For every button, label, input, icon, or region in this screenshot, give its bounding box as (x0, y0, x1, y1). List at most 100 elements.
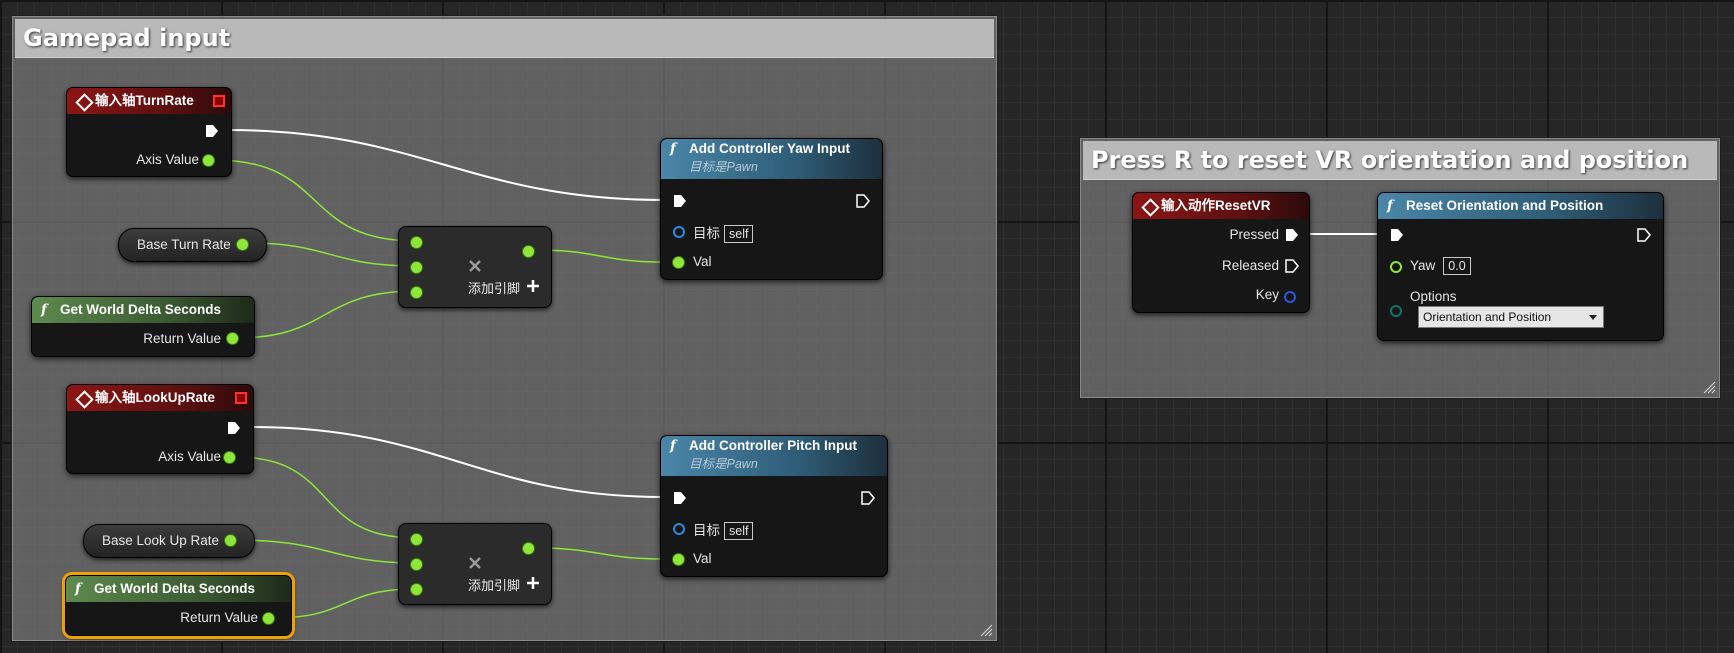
exec-pin-icon (228, 422, 240, 434)
node-header: f Get World Delta Seconds (32, 297, 254, 323)
function-f-icon: f (670, 141, 676, 157)
get-world-delta-seconds-node[interactable]: f Get World Delta Seconds Return Value (31, 296, 255, 357)
base-turn-rate-node[interactable]: Base Turn Rate (118, 228, 267, 262)
input-pin-c[interactable] (411, 584, 422, 595)
yaw-row: Yaw 0.0 (1410, 257, 1471, 275)
val-pin[interactable] (673, 257, 684, 268)
node-header: f Add Controller Pitch Input 目标是Pawn (661, 436, 887, 476)
node-subtitle: 目标是Pawn (689, 160, 758, 174)
base-turn-rate-pin[interactable] (237, 239, 248, 250)
target-pin[interactable] (673, 226, 685, 238)
yaw-pin[interactable] (1390, 261, 1402, 273)
comment-title[interactable]: Press R to reset VR orientation and posi… (1083, 141, 1717, 180)
target-label: 目标 (693, 523, 720, 538)
base-look-up-rate-node[interactable]: Base Look Up Rate (83, 524, 255, 558)
add-controller-pitch-input-node[interactable]: f Add Controller Pitch Input 目标是Pawn 目标 s… (660, 435, 888, 577)
comment-title[interactable]: Gamepad input (15, 19, 994, 58)
input-axis-lookuprate-node[interactable]: 输入轴LookUpRate Axis Value (66, 384, 254, 474)
input-pin-c[interactable] (411, 287, 422, 298)
resize-grip-icon[interactable] (1702, 380, 1716, 394)
target-row: 目标 self (693, 222, 754, 243)
key-label: Key (1255, 287, 1279, 302)
exec-pin-icon (1637, 228, 1651, 242)
exec-pin-icon (674, 195, 686, 207)
node-header: f Get World Delta Seconds (66, 576, 291, 602)
node-subtitle: 目标是Pawn (689, 457, 758, 471)
event-diamond-icon (75, 93, 94, 112)
node-title: 输入轴TurnRate (95, 93, 194, 108)
target-value[interactable]: self (724, 225, 754, 243)
axis-value-label: Axis Value (158, 449, 221, 464)
output-pin[interactable] (523, 543, 534, 554)
target-value[interactable]: self (724, 522, 754, 540)
output-pin[interactable] (523, 246, 534, 257)
exec-pin-icon (856, 194, 870, 208)
exec-pin-icon (1286, 229, 1298, 241)
multiply-node[interactable]: 添加引脚 (398, 523, 552, 605)
options-dropdown[interactable]: Orientation and Position (1418, 306, 1604, 328)
return-value-label: Return Value (180, 610, 258, 625)
multiply-x-icon (469, 260, 481, 272)
base-look-up-rate-pin[interactable] (225, 535, 236, 546)
node-title: Get World Delta Seconds (60, 302, 222, 317)
resize-grip-icon[interactable] (979, 623, 993, 637)
val-label: Val (693, 551, 712, 566)
exec-pin-icon (1391, 229, 1403, 241)
event-diamond-icon (75, 390, 94, 409)
options-label: Options (1410, 289, 1457, 304)
input-pin-a[interactable] (411, 237, 422, 248)
input-pin-b[interactable] (411, 559, 422, 570)
node-header: 输入轴TurnRate (67, 88, 231, 114)
pressed-label: Pressed (1229, 227, 1279, 242)
add-pin-label[interactable]: 添加引脚 (468, 278, 520, 297)
axis-value-pin[interactable] (224, 452, 235, 463)
stop-square-icon (213, 95, 225, 107)
add-controller-yaw-input-node[interactable]: f Add Controller Yaw Input 目标是Pawn 目标 sel… (660, 138, 883, 280)
event-diamond-icon (1141, 198, 1160, 217)
exec-pin-icon (206, 125, 218, 137)
node-title: Get World Delta Seconds (94, 581, 256, 596)
node-header: f Add Controller Yaw Input 目标是Pawn (661, 139, 882, 179)
dropdown-arrow-icon (1589, 315, 1597, 320)
add-pin-plus-icon[interactable] (527, 280, 539, 292)
input-pin-b[interactable] (411, 262, 422, 273)
axis-value-pin[interactable] (203, 155, 214, 166)
target-pin[interactable] (673, 523, 685, 535)
node-title: Reset Orientation and Position (1406, 198, 1604, 213)
node-header: f Reset Orientation and Position (1378, 193, 1663, 219)
function-f-icon: f (670, 438, 676, 454)
multiply-node[interactable]: 添加引脚 (398, 226, 552, 308)
target-label: 目标 (693, 226, 720, 241)
function-f-icon: f (1387, 198, 1393, 214)
return-value-label: Return Value (143, 331, 221, 346)
yaw-label: Yaw (1410, 258, 1436, 273)
add-pin-label[interactable]: 添加引脚 (468, 575, 520, 594)
node-title: 输入动作ResetVR (1161, 198, 1271, 213)
input-pin-a[interactable] (411, 534, 422, 545)
reset-orientation-and-position-node[interactable]: f Reset Orientation and Position Yaw 0.0 … (1377, 192, 1664, 341)
target-row: 目标 self (693, 519, 754, 540)
exec-pin-icon (861, 491, 875, 505)
key-pin[interactable] (1284, 291, 1296, 303)
val-pin[interactable] (673, 554, 684, 565)
node-title: Add Controller Pitch Input (689, 438, 857, 453)
released-label: Released (1221, 258, 1279, 273)
input-axis-turnrate-node[interactable]: 输入轴TurnRate Axis Value (66, 87, 232, 177)
function-f-icon: f (41, 302, 47, 318)
options-pin[interactable] (1390, 305, 1402, 317)
exec-pin-icon (674, 492, 686, 504)
node-title: 输入轴LookUpRate (95, 390, 216, 405)
options-selected-value: Orientation and Position (1423, 310, 1552, 324)
return-value-pin[interactable] (227, 333, 238, 344)
input-action-resetvr-node[interactable]: 输入动作ResetVR Pressed Released Key (1132, 192, 1310, 313)
return-value-pin[interactable] (263, 613, 274, 624)
yaw-value-input[interactable]: 0.0 (1443, 257, 1471, 275)
val-label: Val (693, 254, 712, 269)
get-world-delta-seconds-node[interactable]: f Get World Delta Seconds Return Value (65, 575, 292, 636)
exec-pin-icon (1285, 259, 1299, 273)
add-pin-plus-icon[interactable] (527, 577, 539, 589)
variable-label: Base Turn Rate (137, 237, 231, 252)
node-header: 输入动作ResetVR (1133, 193, 1309, 219)
multiply-x-icon (469, 557, 481, 569)
node-header: 输入轴LookUpRate (67, 385, 253, 411)
